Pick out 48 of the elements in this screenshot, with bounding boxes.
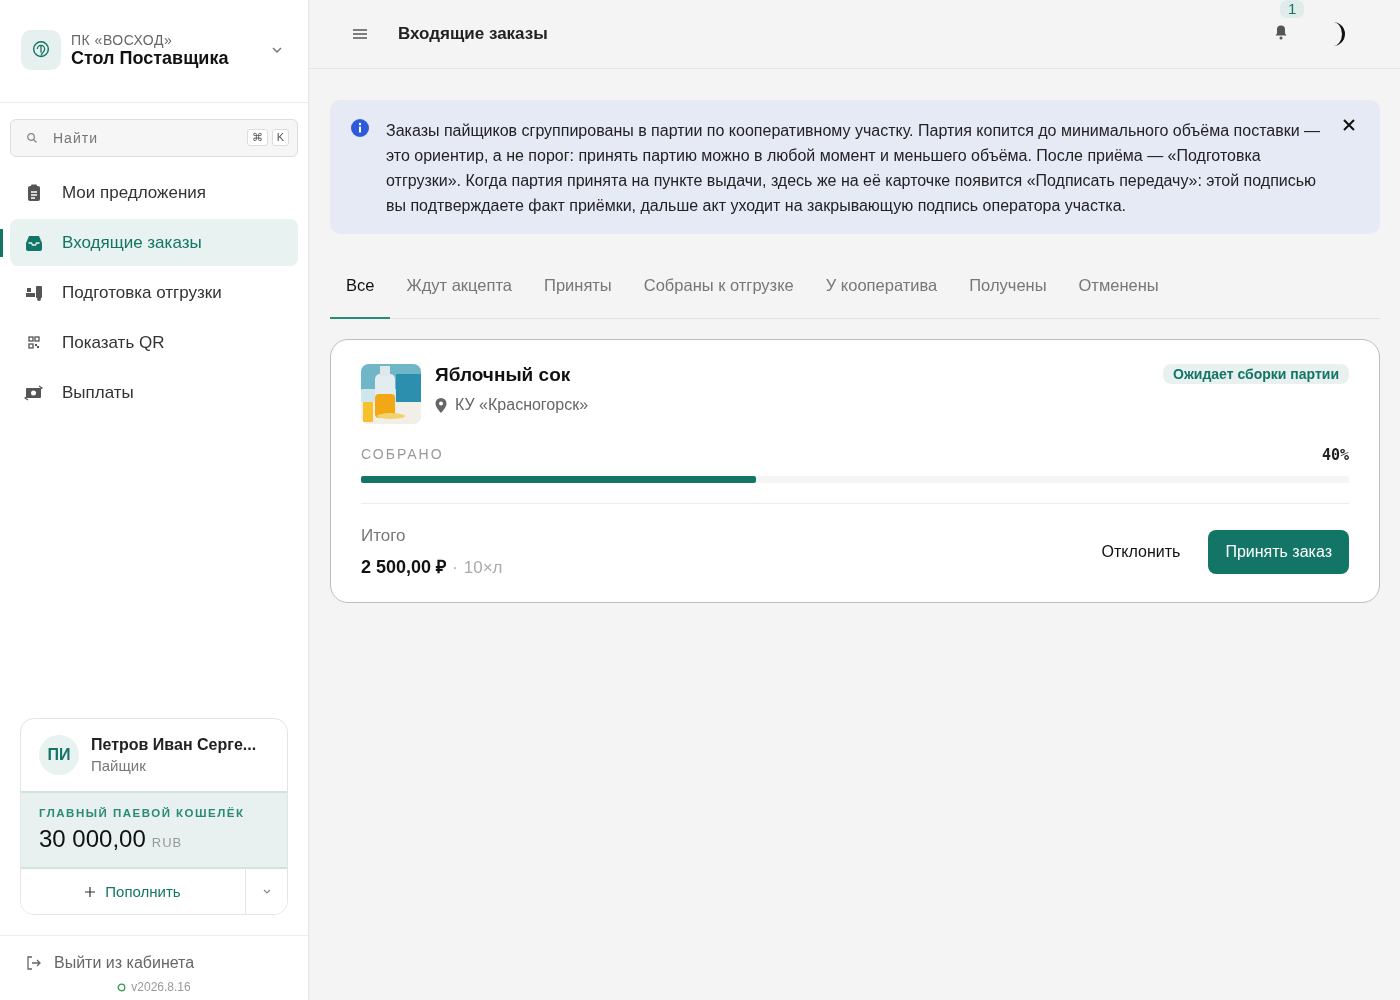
filter-tab[interactable]: У кооператива	[809, 264, 954, 319]
filter-tab[interactable]: Собраны к отгрузке	[627, 264, 810, 319]
location-pin-icon	[435, 397, 447, 413]
filter-tab[interactable]: Отменены	[1062, 264, 1175, 319]
close-icon[interactable]	[1342, 118, 1356, 132]
currency: RUB	[151, 835, 183, 850]
user-role: Пайщик	[91, 757, 147, 774]
separator-dot: ·	[452, 558, 458, 578]
keyboard-key: ⌘	[246, 129, 268, 146]
reject-button[interactable]: Отклонить	[1087, 531, 1195, 573]
nav-item[interactable]: Подготовка отгрузки	[10, 269, 298, 316]
user-name: Петров Иван Серге...	[91, 736, 257, 754]
logout-link[interactable]: Выйти из кабинета	[26, 954, 308, 972]
version-text: v2026.8.16	[131, 980, 191, 994]
total-amount: 2 500,00 ₽	[361, 556, 447, 578]
filter-tab[interactable]: Ждут акцепта	[390, 264, 528, 319]
inbox-icon	[24, 233, 44, 252]
quantity-text: 10×л	[463, 558, 503, 578]
wallet-balance: 30 000,00	[39, 825, 146, 853]
plus-icon	[85, 886, 96, 897]
wallet-label: ГЛАВНЫЙ ПАЕВОЙ КОШЕЛЁК	[39, 807, 246, 819]
progress-label: СОБРАНО	[361, 446, 444, 464]
location-text: КУ «Красногорск»	[455, 396, 589, 414]
accept-button[interactable]: Принять заказ	[1208, 530, 1349, 574]
banknote-icon	[24, 383, 44, 402]
nav-item[interactable]: Мои предложения	[10, 169, 298, 216]
organization-name: ПК «ВОСХОД»	[71, 31, 174, 48]
progress-value: 40%	[1321, 446, 1349, 464]
notification-badge: 1	[1280, 0, 1305, 18]
info-icon	[350, 118, 370, 138]
filter-tab[interactable]: Все	[330, 264, 391, 319]
search-icon	[26, 132, 38, 144]
total-label: Итого	[361, 526, 407, 546]
logout-icon	[26, 956, 42, 970]
page-title: Входящие заказы	[398, 24, 549, 44]
bell-icon[interactable]	[1274, 24, 1288, 40]
info-text: Заказы пайщиков сгруппированы в партии по кооперативному участку. Партия копится до минимального объёма поставки — это ориентир, а не порог: принять партию можно в любой момент и меньшего объёма. После приёма — «Подготовка отгрузки». Когда партия принята на пункте выдачи, здесь же на её карточке появится «Подписать передачу»: этой подписью вы подтверждаете факт приёмки, дальше акт уходит на закрывающую подпись оператора участка.	[386, 121, 1322, 216]
nav-item[interactable]: Показать QR	[10, 319, 298, 366]
logo-icon	[21, 30, 61, 70]
product-name: Яблочный сок	[435, 364, 572, 386]
nav-item[interactable]: Выплаты	[10, 369, 298, 416]
status-icon	[117, 982, 127, 992]
avatar: ПИ	[39, 735, 79, 775]
app-title: Стол Поставщика	[71, 47, 230, 69]
filter-tab[interactable]: Приняты	[528, 264, 628, 319]
menu-icon[interactable]	[352, 28, 368, 40]
status-badge: Ожидает сборки партии	[1163, 364, 1349, 384]
filter-tab[interactable]: Получены	[953, 264, 1063, 319]
